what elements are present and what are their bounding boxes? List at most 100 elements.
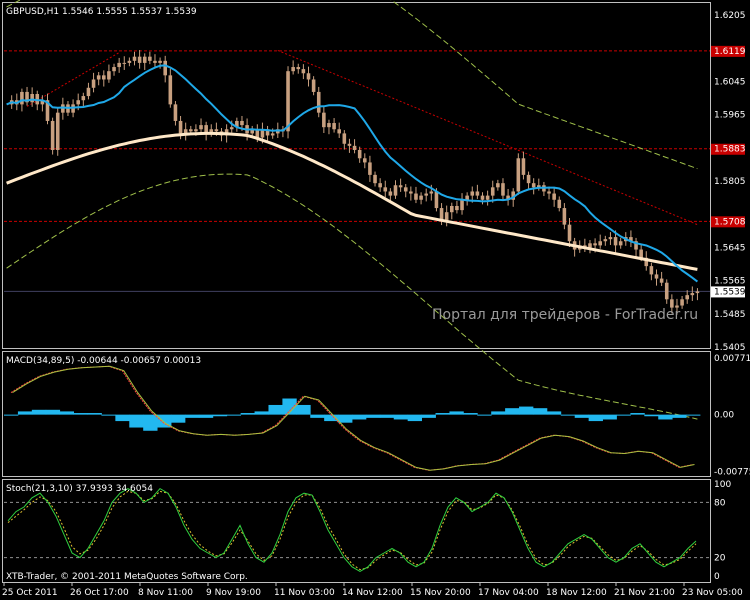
macd-histogram-bar [143, 414, 158, 431]
resistance-price-label: 1.6119 [714, 47, 746, 57]
macd-histogram-bar [296, 404, 311, 415]
candle [465, 192, 469, 206]
candle [301, 64, 306, 80]
price-tick-label: 1.6205 [714, 11, 746, 21]
stoch-tick-label: 0 [714, 572, 720, 582]
candle [183, 122, 188, 141]
price-tick-label: 1.5645 [714, 243, 746, 253]
stoch-tick-label: 20 [714, 554, 726, 564]
macd-histogram-bar [421, 414, 436, 418]
candle [363, 153, 367, 169]
macd-histogram-bar [17, 411, 33, 415]
price-panel-frame [2, 2, 711, 349]
candle [316, 86, 321, 118]
macd-histogram-bar [268, 404, 283, 415]
candle [291, 60, 295, 75]
candle [496, 179, 500, 191]
current-price-label: 1.5539 [714, 287, 746, 297]
macd-histogram-bar [365, 414, 381, 418]
candle [398, 178, 403, 192]
candle [383, 180, 388, 198]
candle [603, 235, 608, 246]
candle [567, 218, 572, 248]
price-tick-label: 1.5965 [714, 111, 746, 121]
macd-histogram-bar [198, 414, 214, 418]
candle [695, 288, 700, 301]
macd-histogram-bar [31, 409, 47, 415]
macd-histogram-bar [574, 414, 590, 418]
candle [327, 119, 331, 135]
resistance-price-label: 1.5883 [714, 145, 746, 155]
candle [516, 153, 521, 195]
candle [55, 107, 60, 156]
time-tick-label: 26 Oct 17:00 [70, 588, 129, 598]
candle [373, 171, 377, 187]
candle [306, 66, 311, 87]
candle [102, 70, 106, 87]
candle [96, 72, 101, 86]
macd-histogram-bar [379, 414, 395, 418]
macd-histogram-bar [226, 414, 242, 416]
candle [557, 196, 562, 212]
macd-histogram-bar [240, 413, 255, 415]
candle [485, 190, 490, 206]
candle [163, 55, 167, 83]
macd-histogram-bar [463, 413, 478, 415]
candle [424, 188, 428, 202]
macd-histogram-bar [184, 414, 200, 418]
trading-chart[interactable]: 1.6205 1.6045 1.5965 1.5805 1.5645 1.5565 1.54… [0, 0, 750, 600]
stoch-plot [4, 487, 710, 572]
candle [618, 237, 623, 249]
macd-histogram-bar [602, 414, 617, 420]
time-tick-label: 8 Nov 11:00 [138, 588, 193, 598]
candle [311, 76, 316, 96]
candle [148, 51, 152, 65]
candle [347, 138, 352, 153]
candle [506, 188, 510, 206]
macd-histogram-bar [477, 414, 492, 416]
candle [122, 56, 127, 70]
macd-tick-label: -0.00775 [714, 467, 750, 477]
price-tick-label: 1.6045 [714, 78, 746, 88]
macd-plot [4, 365, 701, 471]
candle [608, 232, 613, 245]
time-tick-label: 23 Nov 05:00 [682, 588, 743, 598]
macd-histogram-bar [129, 414, 144, 428]
candle [235, 117, 239, 132]
macd-histogram-bar [212, 414, 228, 417]
price-tick-label: 1.5805 [714, 177, 746, 187]
candle [61, 97, 65, 120]
candle [659, 271, 664, 287]
time-tick-label: 21 Nov 21:00 [614, 588, 675, 598]
candle [296, 63, 301, 74]
candle [542, 181, 546, 197]
candle [649, 262, 654, 281]
resistance-price-label: 1.5708 [714, 217, 746, 227]
candle [444, 205, 449, 227]
candle [588, 239, 592, 254]
macd-histogram-bar [115, 414, 130, 422]
macd-panel-frame [2, 351, 711, 477]
candle [342, 130, 347, 150]
time-tick-label: 18 Nov 12:00 [546, 588, 607, 598]
chart-title: GBPUSD,H1 1.5546 1.5555 1.5537 1.5539 [6, 7, 197, 17]
macd-histogram-bar [338, 414, 353, 423]
macd-tick-label: 0.00771 [714, 354, 750, 364]
candle [153, 54, 157, 68]
candle [583, 238, 587, 253]
candle [685, 290, 689, 304]
candle [337, 122, 341, 138]
candle [654, 269, 659, 286]
candle [598, 234, 602, 249]
stoch-main-line [7, 487, 697, 572]
candle [91, 72, 96, 93]
candle [419, 192, 423, 205]
candle [142, 53, 147, 70]
candle [50, 117, 55, 155]
macd-histogram-bar [560, 414, 576, 416]
candle [368, 155, 372, 182]
macd-histogram-bar [4, 414, 19, 416]
candle [531, 178, 536, 195]
macd-histogram-bar [616, 414, 631, 416]
candle [86, 82, 91, 100]
